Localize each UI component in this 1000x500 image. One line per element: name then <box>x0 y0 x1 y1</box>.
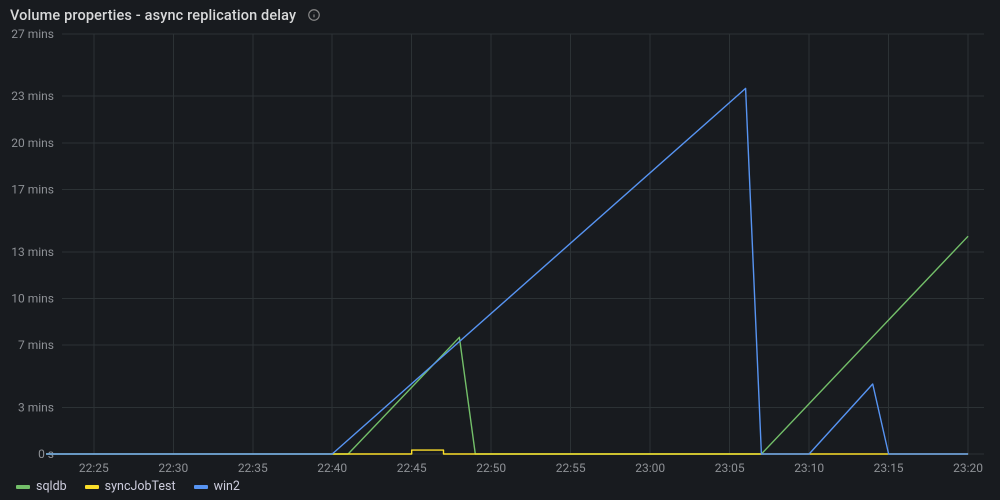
x-tick-label: 23:15 <box>874 461 904 475</box>
x-tick-label: 23:20 <box>953 461 983 475</box>
x-tick-label: 22:50 <box>476 461 506 475</box>
legend-label: syncJobTest <box>105 479 176 494</box>
x-tick-label: 22:25 <box>79 461 109 475</box>
y-tick-label: 17 mins <box>11 183 54 197</box>
chart-plot-area[interactable]: 0 s3 mins7 mins10 mins13 mins17 mins20 m… <box>62 34 984 454</box>
y-tick-label: 20 mins <box>11 136 54 150</box>
y-tick-label: 10 mins <box>11 291 54 305</box>
y-tick-label: 3 mins <box>18 400 54 414</box>
panel: Volume properties - async replication de… <box>0 0 1000 500</box>
legend-item-syncjobtest[interactable]: syncJobTest <box>85 479 176 494</box>
y-tick-label: 13 mins <box>11 245 54 259</box>
x-tick-label: 22:35 <box>238 461 268 475</box>
legend-label: sqldb <box>36 479 67 494</box>
legend-swatch <box>16 485 30 489</box>
info-icon[interactable] <box>306 7 322 23</box>
x-tick-label: 23:10 <box>794 461 824 475</box>
panel-title: Volume properties - async replication de… <box>10 7 296 24</box>
y-tick-label: 7 mins <box>18 338 54 352</box>
y-tick-label: 23 mins <box>11 89 54 103</box>
legend-item-sqldb[interactable]: sqldb <box>16 479 67 494</box>
x-tick-label: 22:40 <box>317 461 347 475</box>
legend-swatch <box>194 485 208 489</box>
panel-header[interactable]: Volume properties - async replication de… <box>0 0 1000 28</box>
x-tick-label: 23:00 <box>635 461 665 475</box>
legend-item-win2[interactable]: win2 <box>194 479 240 494</box>
x-tick-label: 22:30 <box>158 461 188 475</box>
legend-label: win2 <box>214 479 240 494</box>
legend: sqldb syncJobTest win2 <box>16 479 240 494</box>
y-tick-label: 27 mins <box>11 27 54 41</box>
x-tick-label: 23:05 <box>715 461 745 475</box>
legend-swatch <box>85 485 99 489</box>
x-tick-label: 22:55 <box>556 461 586 475</box>
x-tick-label: 22:45 <box>397 461 427 475</box>
